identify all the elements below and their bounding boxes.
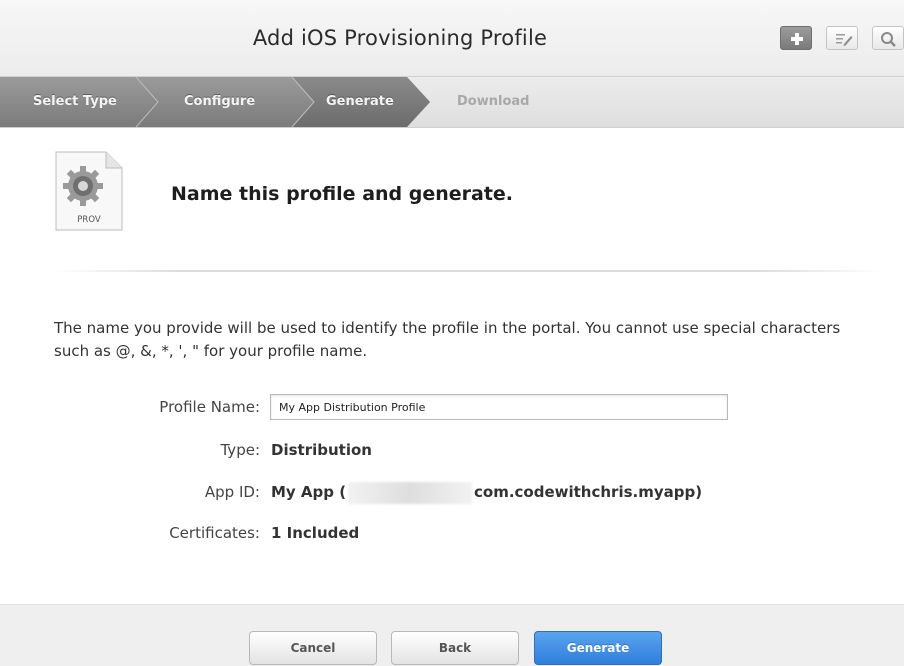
- certificates-value: 1 Included: [271, 524, 360, 542]
- search-icon: [881, 32, 896, 47]
- app-id-prefix: My App (: [271, 483, 347, 501]
- type-value: Distribution: [271, 441, 372, 459]
- gear-icon: [63, 166, 103, 206]
- page-title: Add iOS Provisioning Profile: [252, 26, 548, 50]
- step-progress-bar: Select Type Configure Generate Download: [0, 77, 904, 128]
- generate-button[interactable]: Generate: [534, 631, 662, 665]
- back-button[interactable]: Back: [391, 631, 519, 665]
- type-label: Type:: [220, 441, 260, 459]
- intro-text: The name you provide will be used to ide…: [54, 319, 841, 360]
- footer-bar: Cancel Back Generate: [0, 604, 904, 666]
- provisioning-profile-icon: PROV: [55, 151, 123, 231]
- step-configure: Configure: [184, 94, 256, 109]
- profile-name-input[interactable]: [270, 394, 728, 420]
- section-heading: Name this profile and generate.: [171, 183, 514, 205]
- step-select-type: Select Type: [33, 94, 117, 109]
- step-download: Download: [457, 94, 530, 109]
- add-button[interactable]: [780, 26, 812, 50]
- plus-icon: [791, 33, 803, 45]
- edit-button[interactable]: [826, 26, 858, 50]
- section-divider: [54, 270, 884, 272]
- certificates-label: Certificates:: [169, 524, 260, 542]
- step-generate: Generate: [326, 94, 394, 109]
- app-id-bundle: com.codewithchris.myapp): [474, 483, 703, 501]
- redacted-team-id: [348, 482, 472, 504]
- prov-icon-label: PROV: [77, 215, 101, 225]
- edit-icon: [836, 34, 853, 46]
- search-button[interactable]: [872, 26, 904, 50]
- cancel-button[interactable]: Cancel: [249, 631, 377, 665]
- step-arrows: [0, 77, 430, 127]
- header-bar: Add iOS Provisioning Profile: [0, 0, 904, 77]
- app-id-label: App ID:: [204, 483, 260, 501]
- profile-name-label: Profile Name:: [159, 398, 260, 416]
